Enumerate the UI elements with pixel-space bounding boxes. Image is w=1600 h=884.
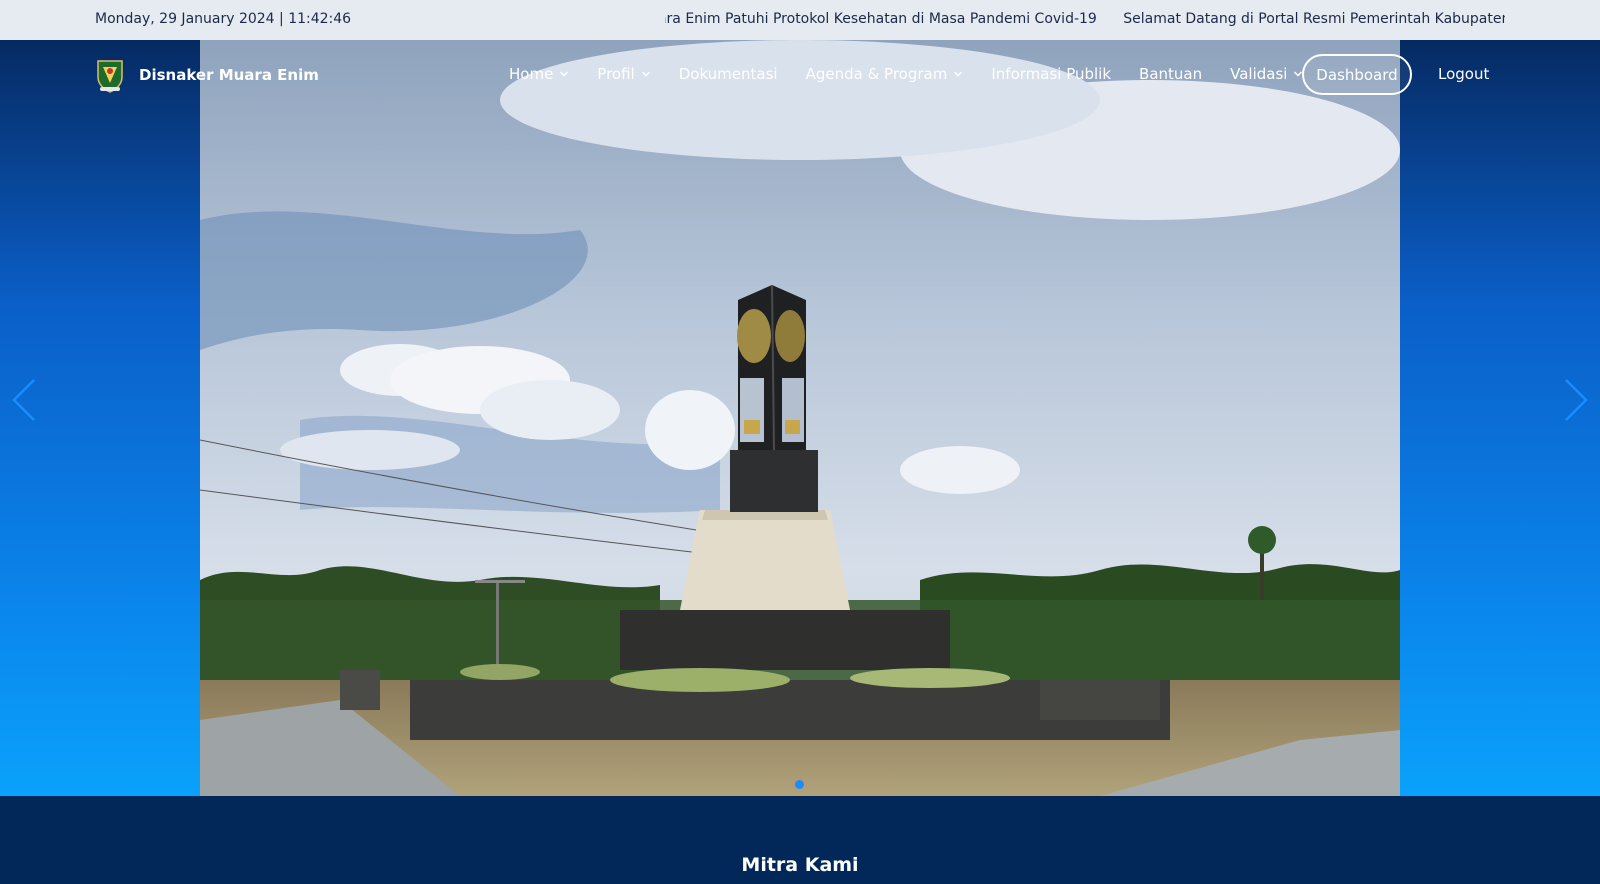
nav-item-label: Bantuan bbox=[1139, 65, 1203, 83]
chevron-right-icon[interactable] bbox=[1562, 376, 1592, 424]
logout-link[interactable]: Logout bbox=[1438, 65, 1489, 83]
partners-section: Mitra Kami bbox=[0, 796, 1600, 884]
main-navbar: Disnaker Muara Enim Home Profil Dokument… bbox=[0, 40, 1600, 110]
dashboard-button[interactable]: Dashboard bbox=[1302, 54, 1412, 95]
chevron-down-icon bbox=[560, 71, 569, 77]
hero-carousel bbox=[0, 40, 1600, 796]
nav-item-label: Profil bbox=[597, 65, 635, 83]
news-ticker: Muara Enim Patuhi Protokol Kesehatan di … bbox=[665, 11, 1505, 27]
nav-item-label: Dokumentasi bbox=[678, 65, 778, 83]
chevron-left-icon[interactable] bbox=[8, 376, 38, 424]
ticker-item[interactable]: Selamat Datang di Portal Resmi Pemerinta… bbox=[1123, 11, 1505, 27]
nav-item-label: Agenda & Program bbox=[805, 65, 948, 83]
nav-item-bantuan[interactable]: Bantuan bbox=[1139, 65, 1202, 83]
ticker-item[interactable]: Muara Enim Patuhi Protokol Kesehatan di … bbox=[665, 11, 1097, 27]
chevron-down-icon bbox=[954, 71, 963, 77]
carousel-indicator-dot[interactable] bbox=[795, 780, 804, 789]
nav-item-informasi-publik[interactable]: Informasi Publik bbox=[991, 65, 1111, 83]
nav-item-profil[interactable]: Profil bbox=[597, 65, 650, 83]
nav-item-agenda-program[interactable]: Agenda & Program bbox=[806, 65, 964, 83]
nav-item-label: Informasi Publik bbox=[991, 65, 1112, 83]
brand-name: Disnaker Muara Enim bbox=[139, 66, 319, 84]
top-info-bar: Monday, 29 January 2024 | 11:42:46 Muara… bbox=[0, 0, 1600, 40]
nav-item-label: Home bbox=[509, 65, 554, 83]
chevron-down-icon bbox=[641, 71, 650, 77]
nav-menu: Home Profil Dokumentasi Agenda & Program… bbox=[509, 65, 1303, 83]
nav-item-home[interactable]: Home bbox=[509, 65, 569, 83]
nav-item-validasi[interactable]: Validasi bbox=[1230, 65, 1303, 83]
carousel-slide-image bbox=[200, 40, 1400, 796]
monument-photo bbox=[200, 40, 1400, 796]
current-datetime: Monday, 29 January 2024 | 11:42:46 bbox=[95, 11, 352, 27]
nav-item-dokumentasi[interactable]: Dokumentasi bbox=[679, 65, 778, 83]
section-title: Mitra Kami bbox=[741, 854, 859, 876]
brand[interactable]: Disnaker Muara Enim bbox=[95, 57, 319, 93]
muara-enim-logo-icon bbox=[97, 60, 123, 93]
nav-item-label: Validasi bbox=[1230, 65, 1288, 83]
